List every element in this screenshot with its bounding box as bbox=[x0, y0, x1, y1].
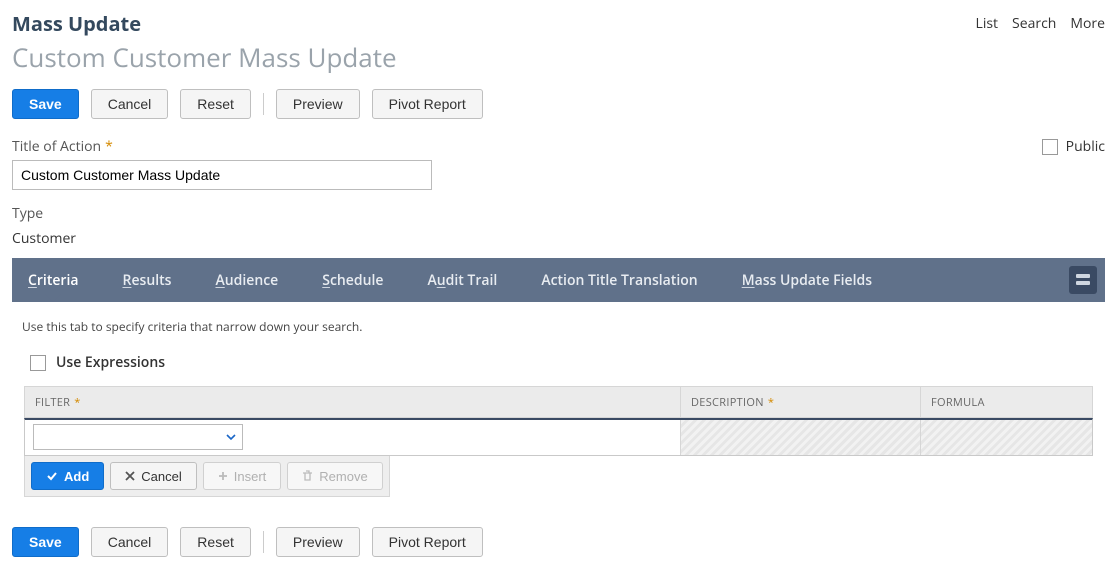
use-expressions-label: Use Expressions bbox=[56, 353, 165, 372]
use-expressions-checkbox[interactable] bbox=[30, 355, 46, 371]
save-button-bottom[interactable]: Save bbox=[12, 527, 79, 557]
criteria-table: FILTER* DESCRIPTION* FORMULA bbox=[24, 386, 1093, 497]
preview-button[interactable]: Preview bbox=[276, 89, 360, 119]
plus-icon bbox=[218, 471, 228, 481]
check-icon bbox=[46, 470, 58, 482]
required-indicator: * bbox=[105, 137, 113, 156]
description-cell bbox=[680, 420, 920, 455]
toolbar-top: Save Cancel Reset Preview Pivot Report bbox=[12, 89, 1105, 119]
criteria-cancel-button[interactable]: Cancel bbox=[110, 462, 196, 490]
tab-layout-toggle[interactable] bbox=[1069, 266, 1097, 294]
criteria-hint: Use this tab to specify criteria that na… bbox=[22, 318, 1095, 335]
link-more[interactable]: More bbox=[1070, 14, 1105, 33]
col-header-filter: FILTER* bbox=[25, 387, 680, 417]
public-checkbox[interactable] bbox=[1042, 139, 1058, 155]
filter-select[interactable] bbox=[33, 424, 243, 450]
toolbar-divider-bottom bbox=[263, 531, 264, 553]
criteria-row bbox=[24, 418, 1093, 456]
reset-button-bottom[interactable]: Reset bbox=[180, 527, 251, 557]
page-subtitle: Custom Customer Mass Update bbox=[12, 39, 397, 75]
link-list[interactable]: List bbox=[976, 14, 999, 33]
tab-results[interactable]: Results bbox=[123, 271, 172, 290]
layout-icon bbox=[1075, 272, 1091, 288]
tab-audience[interactable]: Audience bbox=[215, 271, 278, 290]
x-icon bbox=[125, 471, 135, 481]
reset-button[interactable]: Reset bbox=[180, 89, 251, 119]
title-of-action-label: Title of Action* bbox=[12, 137, 432, 156]
pivot-report-button-bottom[interactable]: Pivot Report bbox=[372, 527, 483, 557]
cancel-button[interactable]: Cancel bbox=[91, 89, 169, 119]
cancel-button-bottom[interactable]: Cancel bbox=[91, 527, 169, 557]
criteria-remove-button[interactable]: Remove bbox=[287, 462, 382, 490]
toolbar-divider bbox=[263, 93, 264, 115]
tab-criteria[interactable]: Criteria bbox=[28, 271, 79, 290]
header-links: List Search More bbox=[976, 10, 1105, 33]
save-button[interactable]: Save bbox=[12, 89, 79, 119]
type-label: Type bbox=[12, 204, 432, 223]
page-title: Mass Update bbox=[12, 10, 397, 37]
formula-cell bbox=[920, 420, 1092, 455]
public-label: Public bbox=[1066, 137, 1105, 156]
tab-audit-trail[interactable]: Audit Trail bbox=[427, 271, 497, 290]
tab-bar: Criteria Results Audience Schedule Audit… bbox=[12, 258, 1105, 302]
toolbar-bottom: Save Cancel Reset Preview Pivot Report bbox=[12, 527, 1105, 557]
type-value: Customer bbox=[12, 229, 432, 248]
criteria-add-button[interactable]: Add bbox=[31, 462, 104, 490]
link-search[interactable]: Search bbox=[1012, 14, 1056, 33]
tab-schedule[interactable]: Schedule bbox=[322, 271, 383, 290]
trash-icon bbox=[302, 470, 313, 482]
title-of-action-input[interactable] bbox=[12, 160, 432, 190]
preview-button-bottom[interactable]: Preview bbox=[276, 527, 360, 557]
criteria-row-actions: Add Cancel Insert Remove bbox=[24, 456, 390, 497]
tab-action-title-translation[interactable]: Action Title Translation bbox=[541, 271, 697, 290]
tab-mass-update-fields[interactable]: Mass Update Fields bbox=[742, 271, 872, 290]
criteria-insert-button[interactable]: Insert bbox=[203, 462, 282, 490]
col-header-formula: FORMULA bbox=[920, 387, 1092, 417]
criteria-table-header: FILTER* DESCRIPTION* FORMULA bbox=[24, 386, 1093, 418]
chevron-down-icon bbox=[226, 432, 236, 442]
col-header-description: DESCRIPTION* bbox=[680, 387, 920, 417]
pivot-report-button[interactable]: Pivot Report bbox=[372, 89, 483, 119]
